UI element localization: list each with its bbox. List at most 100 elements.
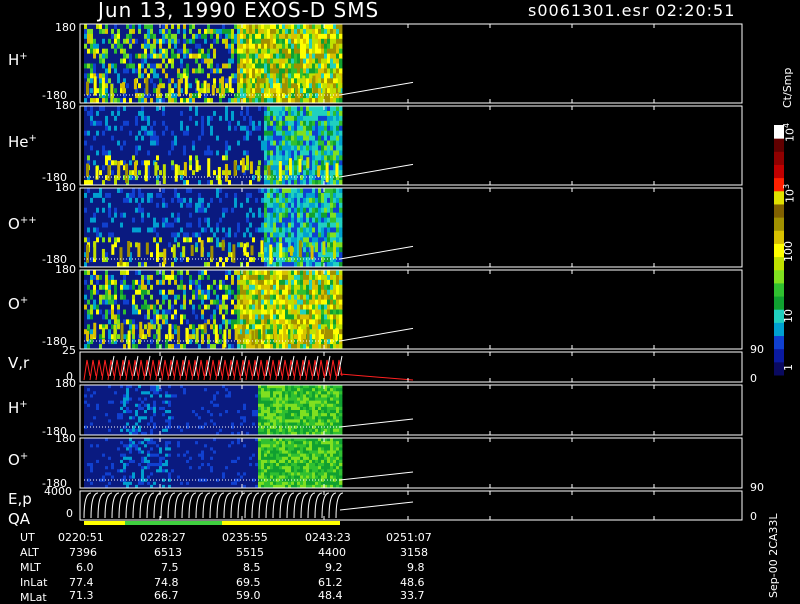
- heatmap-cell: [276, 68, 279, 73]
- heatmap-cell: [228, 310, 231, 315]
- heatmap-cell: [228, 275, 231, 280]
- heatmap-cell: [210, 59, 213, 64]
- heatmap-cell: [90, 252, 93, 257]
- heatmap-cell: [207, 339, 210, 344]
- heatmap-cell: [273, 68, 276, 73]
- heatmap-cell: [195, 54, 198, 59]
- heatmap-cell: [123, 218, 126, 223]
- heatmap-cell: [120, 24, 123, 29]
- heatmap-cell: [96, 305, 99, 310]
- heatmap-cell: [243, 49, 246, 54]
- heatmap-cell: [288, 34, 291, 39]
- heatmap-cell: [207, 285, 210, 290]
- heatmap-cell: [288, 237, 291, 242]
- heatmap-cell: [84, 54, 87, 59]
- heatmap-cell: [252, 141, 255, 146]
- heatmap-cell: [129, 68, 132, 73]
- heatmap-cell: [186, 116, 189, 121]
- heatmap-cell: [282, 29, 285, 34]
- heatmap-cell: [204, 213, 207, 218]
- heatmap-cell: [123, 93, 126, 98]
- heatmap-cell: [330, 160, 333, 165]
- heatmap-cell: [93, 59, 96, 64]
- heatmap-cell: [123, 203, 126, 208]
- heatmap-cell: [186, 285, 189, 290]
- heatmap-cell: [111, 188, 114, 193]
- heatmap-cell: [255, 198, 258, 203]
- heatmap-cell: [120, 150, 123, 155]
- heatmap-cell: [273, 111, 276, 116]
- heatmap-cell: [276, 155, 279, 160]
- heatmap-cell: [216, 131, 219, 136]
- heatmap-cell: [117, 188, 120, 193]
- heatmap-cell: [189, 111, 192, 116]
- heatmap-cell: [132, 232, 135, 237]
- heatmap-cell: [168, 155, 171, 160]
- heatmap-cell: [237, 24, 240, 29]
- heatmap-cell: [261, 59, 264, 64]
- heatmap-cell: [309, 126, 312, 131]
- heatmap-cell: [141, 49, 144, 54]
- heatmap-cell: [93, 121, 96, 126]
- heatmap-cell: [225, 29, 228, 34]
- heatmap-cell: [102, 295, 105, 300]
- heatmap-cell: [222, 270, 225, 275]
- heatmap-cell: [105, 54, 108, 59]
- heatmap-cell: [318, 257, 321, 262]
- heatmap-cell: [264, 121, 267, 126]
- heatmap-cell: [177, 295, 180, 300]
- heatmap-cell: [267, 64, 270, 69]
- heatmap-cell: [159, 59, 162, 64]
- heatmap-cell: [192, 59, 195, 64]
- heatmap-cell: [321, 218, 324, 223]
- heatmap-cell: [153, 29, 156, 34]
- heatmap-cell: [105, 228, 108, 233]
- heatmap-cell: [213, 34, 216, 39]
- heatmap-cell: [90, 295, 93, 300]
- heatmap-cell: [195, 131, 198, 136]
- heatmap-cell: [246, 29, 249, 34]
- heatmap-cell: [321, 39, 324, 44]
- heatmap-cell: [180, 295, 183, 300]
- heatmap-cell: [144, 44, 147, 49]
- heatmap-cell: [105, 78, 108, 83]
- heatmap-cell: [90, 223, 93, 228]
- heatmap-cell: [318, 146, 321, 151]
- heatmap-cell: [162, 188, 165, 193]
- heatmap-cell: [156, 175, 159, 180]
- heatmap-cell: [132, 155, 135, 160]
- heatmap-cell: [297, 257, 300, 262]
- heatmap-cell: [201, 275, 204, 280]
- heatmap-cell: [162, 314, 165, 319]
- heatmap-cell: [114, 193, 117, 198]
- heatmap-cell: [87, 193, 90, 198]
- heatmap-cell: [174, 334, 177, 339]
- heatmap-cell: [216, 116, 219, 121]
- heatmap-cell: [294, 203, 297, 208]
- heatmap-cell: [84, 300, 87, 305]
- heatmap-cell: [201, 270, 204, 275]
- heatmap-cell: [303, 106, 306, 111]
- heatmap-cell: [96, 285, 99, 290]
- heatmap-cell: [321, 165, 324, 170]
- heatmap-cell: [192, 314, 195, 319]
- heatmap-cell: [216, 305, 219, 310]
- heatmap-cell: [318, 136, 321, 141]
- heatmap-cell: [141, 198, 144, 203]
- heatmap-cell: [96, 49, 99, 54]
- heatmap-cell: [264, 116, 267, 121]
- heatmap-cell: [264, 73, 267, 78]
- heatmap-cell: [171, 270, 174, 275]
- heatmap-cell: [315, 64, 318, 69]
- heatmap-cell: [174, 188, 177, 193]
- heatmap-cell: [174, 64, 177, 69]
- heatmap-cell: [114, 213, 117, 218]
- heatmap-cell: [144, 49, 147, 54]
- heatmap-cell: [330, 131, 333, 136]
- heatmap-cell: [177, 121, 180, 126]
- heatmap-cell: [255, 24, 258, 29]
- heatmap-cell: [216, 29, 219, 34]
- heatmap-cell: [201, 314, 204, 319]
- heatmap-cell: [177, 131, 180, 136]
- heatmap-cell: [132, 198, 135, 203]
